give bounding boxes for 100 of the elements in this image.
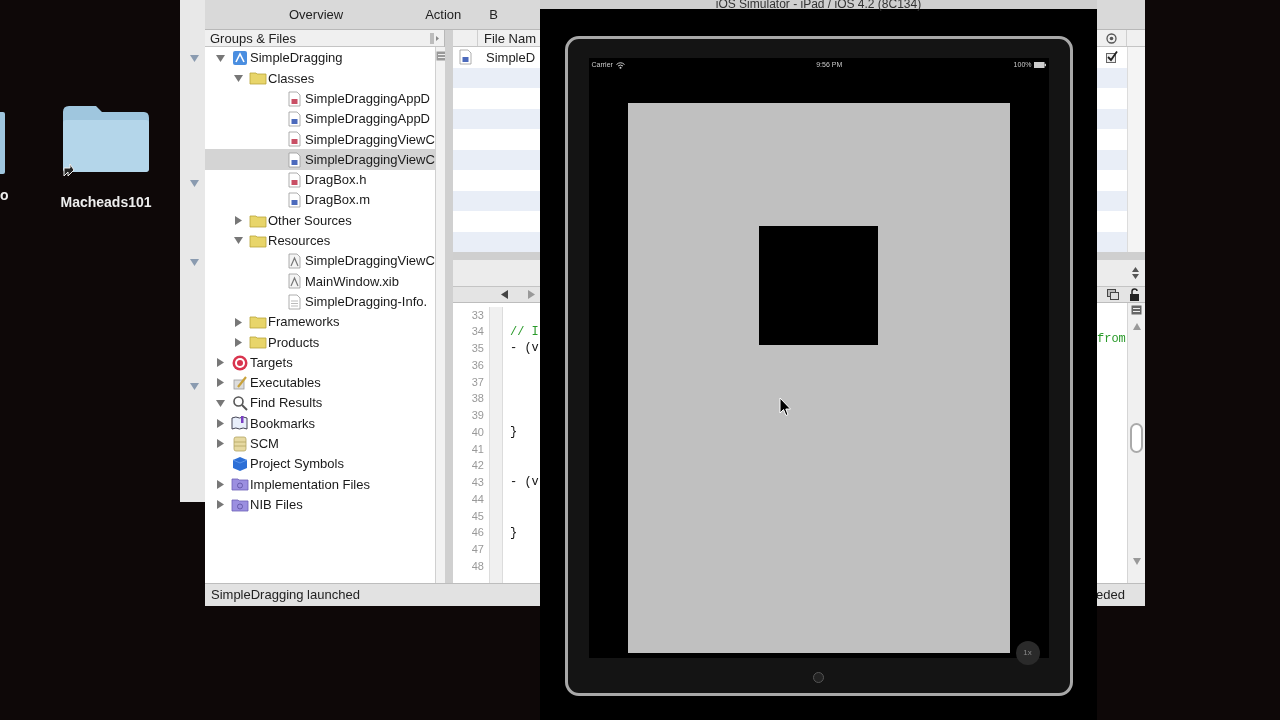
toolbar-button[interactable]: Overview: [289, 4, 344, 25]
scrollbar[interactable]: [434, 47, 447, 583]
expand-triangle-icon[interactable]: [234, 216, 243, 225]
striped-row: [1097, 149, 1127, 170]
list-icon[interactable]: [1131, 304, 1142, 315]
line-number: 43: [471, 475, 484, 490]
target-icon: [231, 354, 248, 371]
file-icon: [288, 131, 301, 148]
collapse-triangle-icon[interactable]: [190, 258, 199, 267]
stepper-icon[interactable]: [1132, 266, 1139, 279]
database-icon: [231, 435, 248, 452]
tree-label: DragBox.m: [305, 191, 371, 210]
target-icon[interactable]: [1106, 32, 1117, 44]
split-icon[interactable]: [430, 33, 440, 44]
line-number: 35: [471, 341, 484, 356]
tree-row[interactable]: SimpleDraggingAppD: [205, 108, 435, 130]
tree-row[interactable]: Resources: [205, 230, 435, 251]
collapse-triangle-icon[interactable]: [216, 398, 225, 408]
line-number: 36: [471, 357, 484, 373]
tree-row[interactable]: Frameworks: [205, 311, 435, 333]
pencil-icon: [231, 374, 248, 391]
file-icon: [288, 111, 301, 128]
file-icon: [288, 151, 301, 168]
wifi-icon: [615, 61, 625, 69]
expand-triangle-icon[interactable]: [216, 419, 225, 428]
tree-row[interactable]: DragBox.m: [205, 190, 435, 211]
tree-label: SimpleDraggingAppD: [305, 110, 430, 129]
code-text: - (v: [510, 474, 539, 492]
scroll-thumb[interactable]: [1130, 422, 1143, 453]
tree-row[interactable]: SCM: [205, 433, 435, 454]
tree-row[interactable]: DragBox.h: [205, 169, 435, 191]
down-arrow-icon[interactable]: [1132, 558, 1141, 565]
tree-row[interactable]: Classes: [205, 68, 435, 89]
tree-row[interactable]: Find Results: [205, 393, 435, 414]
expand-triangle-icon[interactable]: [216, 439, 225, 449]
tree-row[interactable]: Executables: [205, 372, 435, 394]
home-button[interactable]: [813, 672, 824, 683]
striped-row: [1097, 108, 1127, 129]
line-number: 48: [471, 558, 484, 574]
tree-row[interactable]: SimpleDraggingViewC: [205, 149, 435, 170]
lock-icon[interactable]: [1129, 287, 1140, 301]
folder-icon: [248, 233, 267, 248]
tree-row[interactable]: NIB Files: [205, 494, 435, 515]
tree-row[interactable]: SimpleDraggingViewC: [205, 129, 435, 150]
tree-row[interactable]: Implementation Files: [205, 474, 435, 495]
toolbar-button[interactable]: Action: [425, 4, 462, 25]
collapse-triangle-icon[interactable]: [190, 179, 199, 188]
mouse-pointer-icon: [779, 397, 792, 417]
document-icon: [288, 293, 301, 310]
tree-label: NIB Files: [250, 495, 303, 514]
tree-row[interactable]: Project Symbols: [205, 453, 435, 475]
checkbox-icon[interactable]: [1106, 51, 1118, 64]
tree-label: Other Sources: [268, 211, 352, 230]
line-number: 38: [471, 391, 484, 407]
code-text: - (v: [510, 340, 539, 358]
scrollbar[interactable]: [1127, 302, 1145, 583]
book-icon: [231, 415, 248, 432]
back-arrow-icon[interactable]: [501, 289, 509, 299]
search-icon: [231, 395, 248, 412]
status-message: SimpleDragging launched: [210, 586, 360, 605]
tree-label: SimpleDragging-Info.: [305, 292, 428, 311]
expand-triangle-icon[interactable]: [216, 479, 225, 489]
tree-label: Resources: [268, 232, 331, 251]
tree-row[interactable]: SimpleDragging: [205, 48, 435, 69]
tree-row[interactable]: Targets: [205, 352, 435, 373]
tree-label: SimpleDraggingViewC: [305, 252, 435, 271]
file-icon: [459, 49, 472, 66]
striped-row: [1097, 231, 1127, 252]
tree-row[interactable]: Bookmarks: [205, 413, 435, 434]
copy-icon[interactable]: [1107, 288, 1119, 300]
tree-row[interactable]: SimpleDraggingViewC: [205, 250, 435, 272]
expand-triangle-icon[interactable]: [216, 500, 225, 510]
forward-arrow-icon[interactable]: [527, 289, 535, 299]
tree-row[interactable]: SimpleDragging-Info.: [205, 291, 435, 312]
code-text: }: [510, 524, 518, 542]
tree-label: SimpleDraggingAppD: [305, 90, 430, 108]
tree-row[interactable]: Other Sources: [205, 210, 435, 231]
up-arrow-icon[interactable]: [1132, 322, 1141, 330]
tree-label: Classes: [268, 69, 315, 88]
tree-label: Implementation Files: [250, 475, 370, 494]
tree-row[interactable]: Products: [205, 332, 435, 353]
line-number: 39: [471, 408, 484, 423]
collapse-triangle-icon[interactable]: [190, 382, 199, 391]
line-number: 37: [471, 374, 484, 390]
collapse-triangle-icon[interactable]: [190, 54, 199, 63]
folder-icon: [248, 335, 267, 350]
status-message: eded: [1096, 586, 1126, 605]
folder-icon: [248, 71, 267, 86]
tree-row[interactable]: MainWindow.xib: [205, 271, 435, 292]
toolbar-button[interactable]: B: [489, 4, 498, 25]
collapse-triangle-icon[interactable]: [234, 236, 243, 246]
line-number: 41: [471, 441, 484, 457]
striped-row: [1097, 190, 1127, 211]
tree-label: Frameworks: [268, 313, 340, 332]
folder-icon: [248, 213, 267, 228]
window-title: iOS Simulator - iPad / iOS 4.2 (8C134): [715, 0, 922, 9]
line-number: 45: [471, 508, 484, 524]
line-number: 33: [471, 307, 484, 323]
tree-row[interactable]: SimpleDraggingAppD: [205, 88, 435, 109]
smart-folder-icon: [230, 497, 249, 512]
